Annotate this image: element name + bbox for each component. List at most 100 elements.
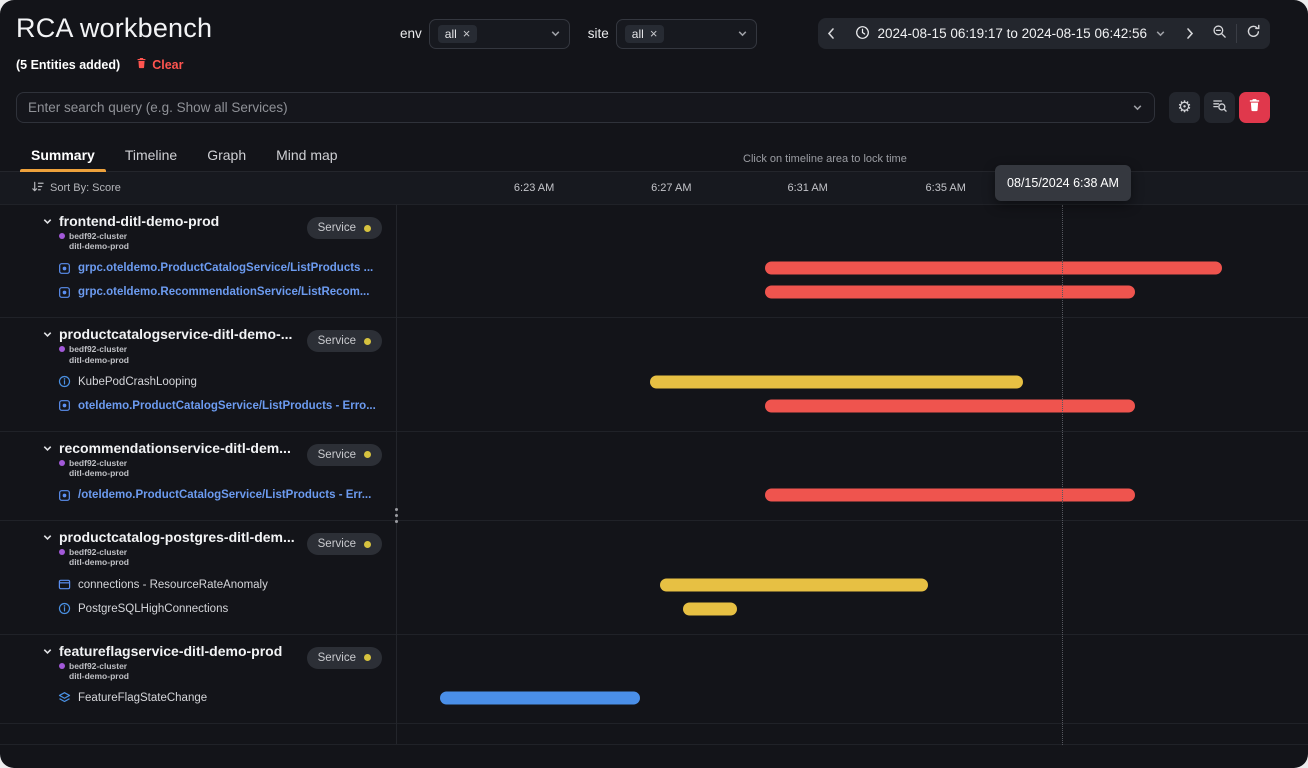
- entity-type-badge: Service: [307, 647, 382, 669]
- tab-graph[interactable]: Graph: [192, 139, 261, 171]
- timeline-bar[interactable]: [765, 489, 1135, 502]
- clear-label: Clear: [152, 58, 183, 72]
- cluster-name: bedf92-cluster: [69, 458, 129, 468]
- time-shift-forward-button[interactable]: [1177, 18, 1203, 49]
- zoom-out-button[interactable]: [1203, 18, 1236, 49]
- cluster-name: bedf92-cluster: [69, 231, 129, 241]
- settings-button[interactable]: ⚙: [1169, 92, 1200, 123]
- badge-dot: [364, 338, 371, 345]
- entity-type-badge: Service: [307, 217, 382, 239]
- tab-label: Summary: [31, 147, 95, 163]
- cluster-dot: [59, 346, 65, 352]
- item-label[interactable]: FeatureFlagStateChange: [78, 692, 207, 704]
- tab-mind-map[interactable]: Mind map: [261, 139, 352, 171]
- namespace-name: ditl-demo-prod: [69, 557, 129, 567]
- item-label[interactable]: connections - ResourceRateAnomaly: [78, 579, 268, 591]
- search-list-icon: [1212, 98, 1227, 118]
- chevron-down-icon[interactable]: [42, 532, 53, 543]
- search-input[interactable]: [28, 100, 1124, 115]
- cluster-dot: [59, 233, 65, 239]
- chevron-down-icon[interactable]: [42, 646, 53, 657]
- chevron-down-icon: [1155, 28, 1166, 39]
- lock-time-hint: Click on timeline area to lock time: [743, 153, 907, 165]
- trash-icon: [1248, 98, 1261, 117]
- env-filter-label: env: [400, 26, 422, 41]
- time-axis: 6:23 AM 6:27 AM 6:31 AM 6:35 AM: [396, 172, 1270, 204]
- metric-icon: [58, 578, 71, 591]
- sort-by-control[interactable]: Sort By: Score: [0, 180, 121, 196]
- entity-group: recommendationservice-ditl-dem... bedf92…: [0, 432, 1308, 521]
- item-label[interactable]: grpc.oteldemo.RecommendationService/List…: [78, 286, 369, 298]
- timeline-content: frontend-ditl-demo-prod bedf92-cluster d…: [0, 205, 1308, 768]
- time-tick: 6:23 AM: [514, 182, 554, 194]
- info-icon: [58, 602, 71, 615]
- tab-timeline[interactable]: Timeline: [110, 139, 192, 171]
- gear-icon: ⚙: [1177, 100, 1191, 116]
- tab-summary[interactable]: Summary: [16, 139, 110, 171]
- clear-entities-button[interactable]: Clear: [136, 57, 183, 72]
- time-tick: 6:27 AM: [651, 182, 691, 194]
- chevron-down-icon[interactable]: [42, 216, 53, 227]
- chevron-down-icon[interactable]: [42, 443, 53, 454]
- timeline-bar[interactable]: [650, 375, 1022, 388]
- time-range-display[interactable]: 2024-08-15 06:19:17 to 2024-08-15 06:42:…: [844, 18, 1177, 49]
- item-label[interactable]: grpc.oteldemo.ProductCatalogService/List…: [78, 262, 373, 274]
- cluster-dot: [59, 460, 65, 466]
- refresh-icon: [1246, 24, 1261, 44]
- site-filter-value: all: [632, 27, 644, 41]
- timeline-bar[interactable]: [660, 578, 928, 591]
- site-filter-label: site: [588, 26, 609, 41]
- badge-label: Service: [318, 538, 356, 550]
- item-label[interactable]: KubePodCrashLooping: [78, 376, 197, 388]
- search-list-button[interactable]: [1204, 92, 1235, 123]
- item-label[interactable]: PostgreSQLHighConnections: [78, 603, 228, 615]
- namespace-name: ditl-demo-prod: [69, 468, 129, 478]
- badge-dot: [364, 541, 371, 548]
- site-filter-dropdown[interactable]: all ×: [616, 19, 757, 49]
- item-label[interactable]: oteldemo.ProductCatalogService/ListProdu…: [78, 400, 376, 412]
- timeline-bar[interactable]: [440, 691, 640, 704]
- entities-subrow: (5 Entities added) Clear: [16, 57, 183, 72]
- refresh-button[interactable]: [1237, 18, 1270, 49]
- entity-name[interactable]: productcatalogservice-ditl-demo-...: [59, 326, 292, 342]
- time-range-text: 2024-08-15 06:19:17 to 2024-08-15 06:42:…: [878, 26, 1147, 41]
- namespace-name: ditl-demo-prod: [69, 671, 129, 681]
- entity-name[interactable]: frontend-ditl-demo-prod: [59, 213, 219, 229]
- top-controls: env all × site all × 2024-08-15 06:19:17…: [400, 18, 1270, 49]
- entity-type-badge: Service: [307, 444, 382, 466]
- entity-name[interactable]: featureflagservice-ditl-demo-prod: [59, 643, 282, 659]
- chevron-down-icon: [1132, 102, 1143, 113]
- entities-count: (5 Entities added): [16, 58, 120, 72]
- info-icon: [58, 375, 71, 388]
- entity-name[interactable]: recommendationservice-ditl-dem...: [59, 440, 291, 456]
- delete-workbench-button[interactable]: [1239, 92, 1270, 123]
- sort-icon: [31, 180, 44, 196]
- cluster-dot: [59, 549, 65, 555]
- trash-icon: [136, 57, 147, 72]
- panel-resize-handle[interactable]: [390, 508, 403, 523]
- time-shift-back-button[interactable]: [818, 18, 844, 49]
- entity-group: frontend-ditl-demo-prod bedf92-cluster d…: [0, 205, 1308, 318]
- chevron-down-icon[interactable]: [42, 329, 53, 340]
- chevron-down-icon: [550, 28, 561, 39]
- timeline-bar[interactable]: [765, 286, 1135, 299]
- item-label[interactable]: /oteldemo.ProductCatalogService/ListProd…: [78, 489, 371, 501]
- remove-site-filter-icon[interactable]: ×: [650, 27, 658, 40]
- tab-label: Graph: [207, 147, 246, 163]
- search-query-box[interactable]: [16, 92, 1155, 123]
- entity-type-badge: Service: [307, 330, 382, 352]
- entity-name[interactable]: productcatalog-postgres-ditl-dem...: [59, 529, 294, 545]
- rca-workbench-window: RCA workbench (5 Entities added) Clear e…: [0, 0, 1308, 768]
- timeline-bar[interactable]: [683, 602, 737, 615]
- entity-group: productcatalog-postgres-ditl-dem... bedf…: [0, 521, 1308, 634]
- timeline-bar[interactable]: [765, 262, 1222, 275]
- panel-divider: [396, 205, 397, 745]
- endpoint-icon: [58, 399, 71, 412]
- clock-icon: [855, 25, 870, 43]
- timeline-bar[interactable]: [765, 399, 1135, 412]
- remove-env-filter-icon[interactable]: ×: [463, 27, 471, 40]
- endpoint-icon: [58, 489, 71, 502]
- env-filter-dropdown[interactable]: all ×: [429, 19, 570, 49]
- cluster-name: bedf92-cluster: [69, 344, 129, 354]
- badge-dot: [364, 225, 371, 232]
